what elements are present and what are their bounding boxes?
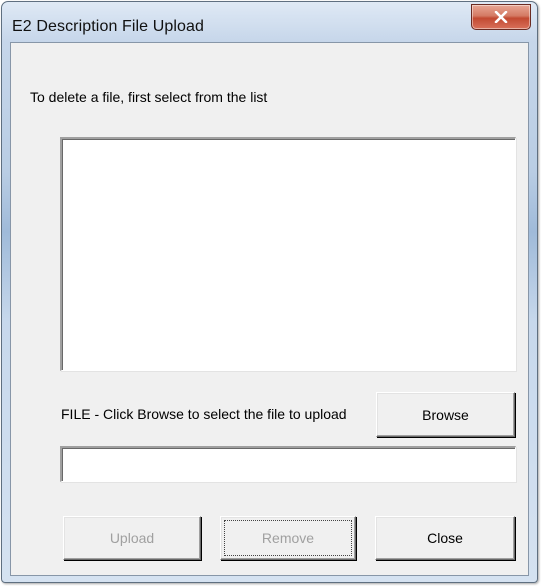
window-close-button[interactable] bbox=[471, 4, 531, 30]
file-list[interactable] bbox=[60, 137, 516, 371]
window-title: E2 Description File Upload bbox=[12, 18, 205, 35]
upload-button[interactable]: Upload bbox=[63, 516, 201, 560]
browse-button[interactable]: Browse bbox=[376, 392, 515, 437]
delete-instruction-text: To delete a file, first select from the … bbox=[30, 89, 268, 105]
file-path-input[interactable] bbox=[60, 446, 516, 482]
file-section-label: FILE - Click Browse to select the file t… bbox=[61, 406, 347, 422]
remove-button[interactable]: Remove bbox=[220, 516, 356, 560]
close-x-icon bbox=[494, 11, 508, 23]
close-button[interactable]: Close bbox=[375, 516, 515, 560]
